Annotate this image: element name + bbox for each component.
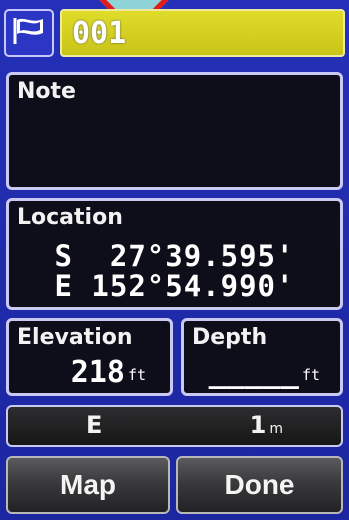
depth-value: _____	[208, 355, 299, 390]
location-field[interactable]: Location S 27°39.595' E 152°54.990'	[6, 198, 343, 310]
note-field[interactable]: Note	[6, 72, 343, 190]
done-button[interactable]: Done	[176, 456, 343, 514]
map-button[interactable]: Map	[6, 456, 170, 514]
elevation-label: Elevation	[17, 325, 133, 350]
bearing-direction: E	[86, 411, 103, 439]
note-label: Note	[17, 79, 76, 104]
waypoint-name-field[interactable]: 001	[60, 9, 345, 57]
distance-value: 1	[249, 411, 267, 439]
elevation-field[interactable]: Elevation 218 ft	[6, 318, 173, 396]
flag-icon	[12, 16, 46, 50]
longitude-value: E 152°54.990'	[54, 269, 295, 303]
depth-label: Depth	[192, 325, 268, 350]
depth-unit: ft	[301, 366, 320, 384]
elevation-unit: ft	[127, 366, 146, 384]
waypoint-screen: 001 Note Location S 27°39.595' E 152°54.…	[0, 0, 349, 520]
distance-unit: m	[269, 421, 283, 437]
depth-field[interactable]: Depth _____ ft	[181, 318, 343, 396]
depth-value-group: _____ ft	[209, 355, 320, 390]
elevation-value: 218	[70, 355, 125, 390]
location-label: Location	[17, 205, 123, 230]
waypoint-symbol-button[interactable]	[4, 9, 54, 57]
elevation-value-group: 218 ft	[71, 355, 146, 390]
bearing-distance-bar: E 1m	[6, 405, 343, 447]
latitude-value: S 27°39.595'	[54, 239, 295, 273]
distance-value-group: 1m	[250, 411, 283, 439]
waypoint-header: 001	[4, 6, 345, 60]
